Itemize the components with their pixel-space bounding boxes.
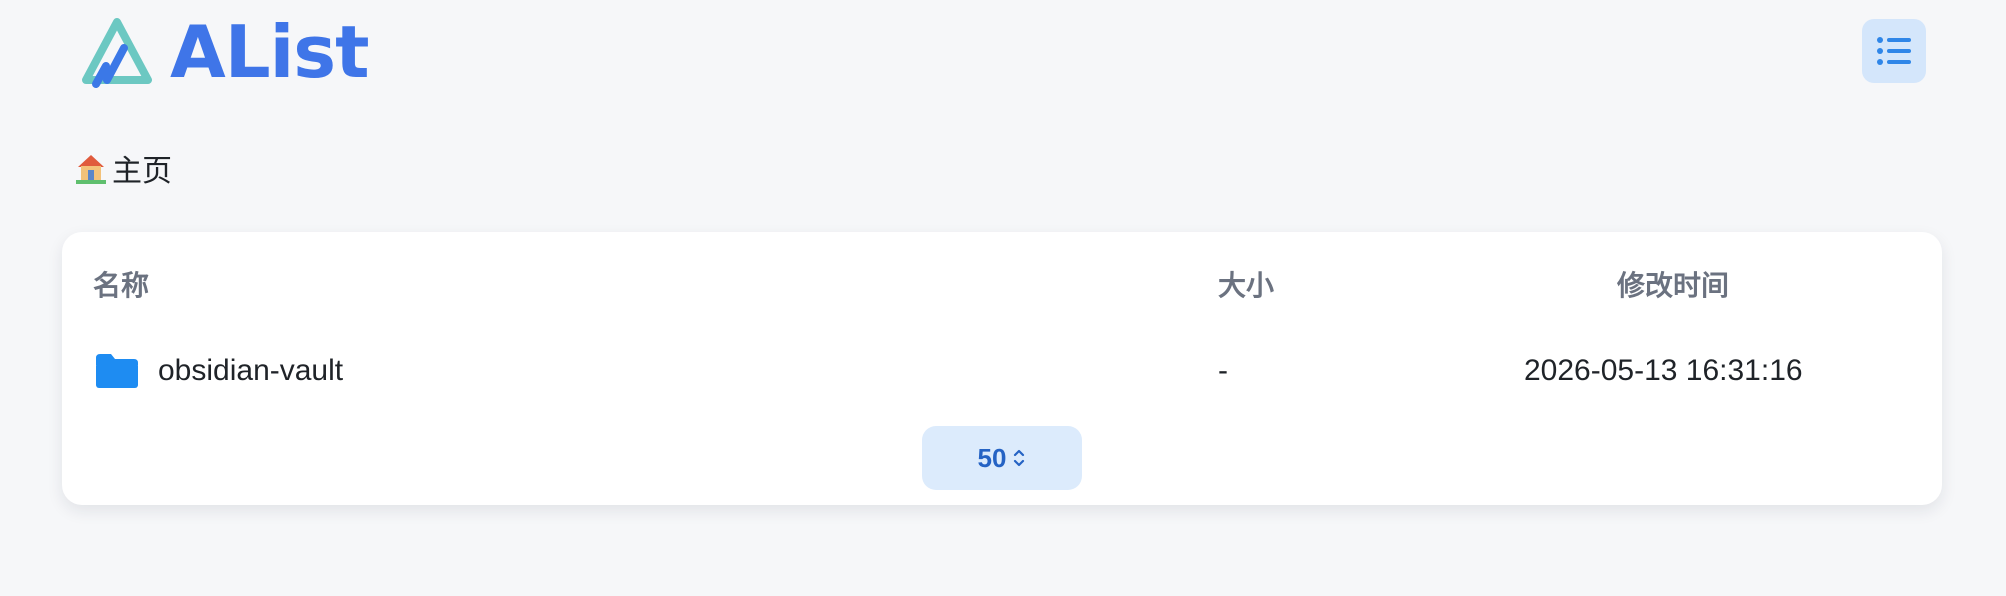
breadcrumb-home-label[interactable]: 主页 — [112, 146, 172, 190]
list-icon — [1877, 37, 1911, 65]
file-modified: 2026-05-13 16:31:16 — [1524, 354, 1803, 387]
folder-icon — [96, 354, 138, 388]
house-icon — [76, 155, 106, 184]
alist-page: AList 主页 名称 大小 修改时间 obsidian-vault - 202… — [0, 0, 2006, 596]
column-header-size[interactable]: 大小 — [1218, 264, 1274, 304]
alist-logo-icon — [82, 18, 152, 88]
breadcrumb[interactable]: 主页 — [74, 146, 172, 190]
table-row[interactable]: obsidian-vault - 2026-05-13 16:31:16 — [62, 336, 1942, 408]
page-size-value: 50 — [977, 442, 1007, 473]
column-header-name[interactable]: 名称 — [93, 264, 149, 304]
file-size: - — [1218, 354, 1228, 387]
column-header-modified[interactable]: 修改时间 — [1617, 264, 1729, 304]
alist-logo[interactable]: AList — [78, 10, 370, 94]
logo-text: AList — [170, 10, 370, 94]
chevron-up-down-icon — [1014, 449, 1025, 467]
page-size-select[interactable]: 50 — [922, 426, 1082, 490]
menu-button[interactable] — [1862, 19, 1926, 83]
file-name[interactable]: obsidian-vault — [158, 354, 343, 388]
